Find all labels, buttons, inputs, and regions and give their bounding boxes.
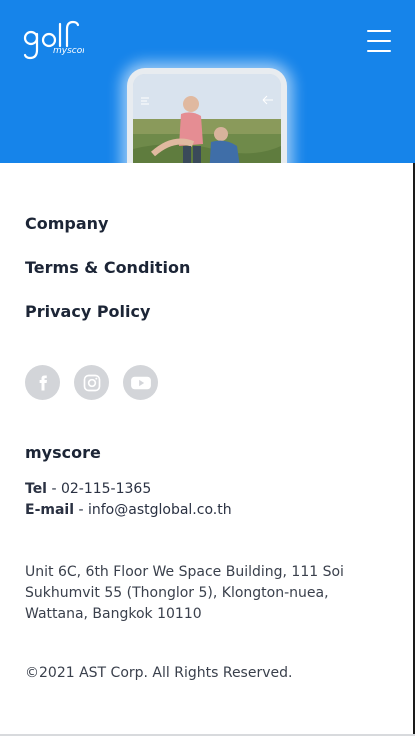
company-brand-name: myscore — [25, 443, 101, 462]
footer-link-privacy[interactable]: Privacy Policy — [25, 302, 150, 321]
email-line: E-mail - info@astglobal.co.th — [25, 502, 232, 518]
phone-mockup — [127, 68, 287, 163]
menu-line — [367, 30, 391, 32]
facebook-button[interactable] — [25, 365, 60, 400]
instagram-button[interactable] — [74, 365, 109, 400]
separator: - — [51, 481, 61, 497]
hamburger-menu-button[interactable] — [365, 28, 393, 54]
menu-line — [367, 40, 391, 42]
hero-banner: myscore — [0, 0, 415, 163]
facebook-icon — [39, 375, 47, 390]
golfers-photo — [133, 74, 281, 163]
youtube-icon — [130, 376, 151, 389]
logo-subtext: myscore — [53, 46, 84, 56]
company-address: Unit 6C, 6th Floor We Space Building, 11… — [25, 564, 344, 622]
tel-line: Tel - 02-115-1365 — [25, 481, 151, 497]
separator: - — [78, 502, 88, 518]
menu-line — [367, 50, 391, 52]
footer-link-terms[interactable]: Terms & Condition — [25, 258, 190, 277]
email-link[interactable]: info@astglobal.co.th — [88, 502, 232, 518]
footer-link-company[interactable]: Company — [25, 214, 108, 233]
golf-myscore-logo[interactable]: myscore — [22, 16, 84, 64]
copyright-text: ©2021 AST Corp. All Rights Reserved. — [25, 665, 293, 681]
instagram-icon — [83, 374, 100, 391]
youtube-button[interactable] — [123, 365, 158, 400]
email-label: E-mail — [25, 502, 75, 518]
tel-link[interactable]: 02-115-1365 — [61, 481, 151, 497]
tel-label: Tel — [25, 481, 47, 497]
